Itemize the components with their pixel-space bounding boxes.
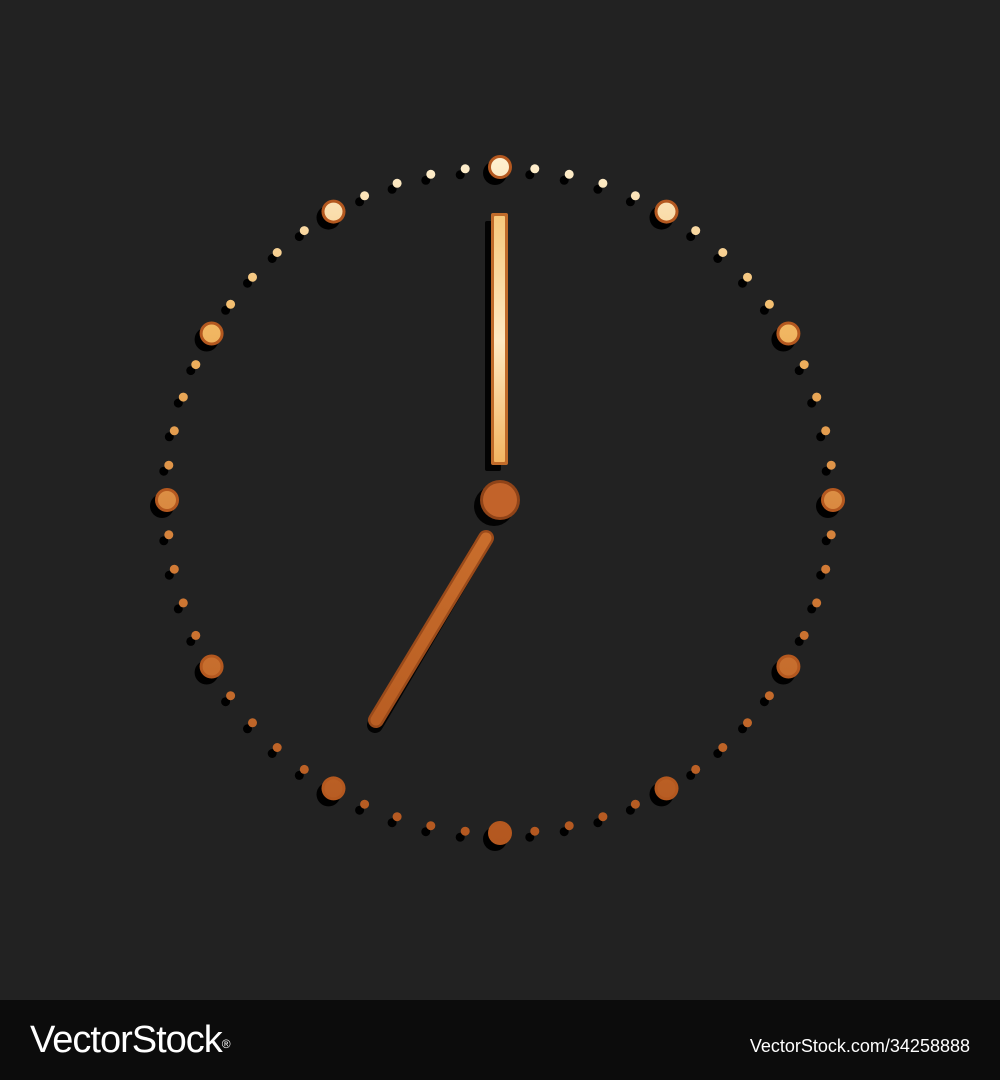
hour-marker-face [779,657,798,676]
minute-dot [426,821,436,831]
hour-marker-face [202,657,221,676]
hour-marker-face [491,158,509,176]
minute-dot [460,826,470,836]
minute-dot [630,191,640,201]
minute-dot [812,392,822,402]
minute-dot [826,460,836,470]
minute-dot [799,360,809,370]
minute-dot [598,812,608,822]
minute-dot [248,718,257,728]
hour-marker-face [202,324,221,343]
minute-dot [598,178,608,188]
minute-dot [178,392,188,402]
minute-dot [299,226,309,236]
minute-dot [821,426,831,436]
registered-mark: ® [221,1037,231,1051]
minute-dot [178,598,188,608]
minute-dot [272,743,282,752]
minute-dot [191,630,201,640]
clock-illustration [0,0,1000,1000]
minute-dot [718,248,728,257]
minute-dot [164,460,174,470]
hour-marker-face [657,779,676,798]
brand-logo: VectorStock® [30,1018,231,1062]
minute-dot [460,164,470,174]
minute-dot [272,248,282,257]
minute-dot [169,426,179,436]
minute-dot [564,821,574,831]
hour-marker-face [779,324,798,343]
minute-dot [248,272,257,282]
image-id-text: VectorStock.com/34258888 [749,1036,970,1056]
minute-dot [530,826,540,836]
minute-dot [191,360,201,370]
minute-dot [691,226,701,236]
minute-dot [764,299,774,309]
hour-marker-face [657,202,676,221]
hour-hand [485,213,508,471]
watermark-bar: VectorStock® VectorStock.com/34258888 [0,1000,1000,1080]
minute-dot [821,564,831,574]
minute-dot [743,272,752,282]
minute-hand [367,530,494,733]
minute-dot [426,169,436,179]
minute-dot [530,164,540,174]
minute-dot [764,691,774,701]
clock-icon [150,155,845,851]
minute-dot [812,598,822,608]
minute-dot [360,799,370,809]
minute-dot [392,178,402,188]
minute-dot [743,718,752,728]
center-pin [474,480,520,526]
minute-dot [691,764,701,774]
minute-dot [718,743,728,752]
minute-dot [226,691,236,701]
minute-dot [564,169,574,179]
minute-dot [360,191,370,201]
brand-name: VectorStock [30,1019,223,1061]
minute-dot [630,799,640,809]
hour-marker-face [324,202,343,221]
hour-marker-face [158,491,176,509]
minute-dot [799,630,809,640]
minute-dot [826,530,836,540]
hour-marker-face [324,779,343,798]
minute-dot [299,764,309,774]
hour-marker-face [491,824,509,842]
hour-marker-face [824,491,842,509]
minute-dot [164,530,174,540]
minute-dot [392,812,402,822]
minute-dot [169,564,179,574]
minute-dot [226,299,236,309]
